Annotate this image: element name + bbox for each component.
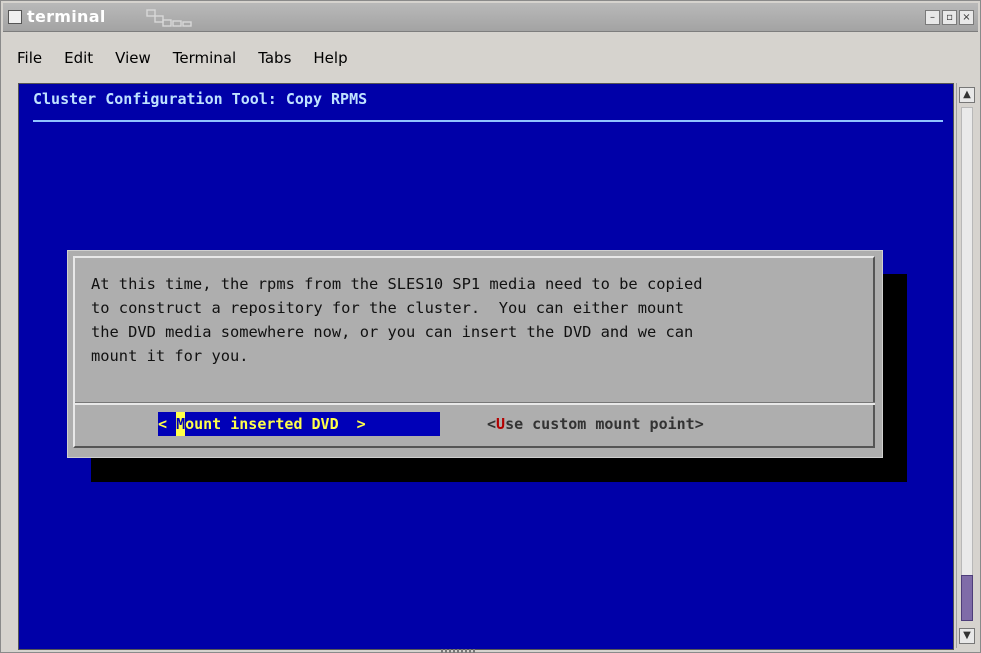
window-menu-icon[interactable]	[8, 10, 22, 24]
button-label: ount inserted DVD >	[185, 415, 366, 433]
maximize-icon[interactable]: ▫	[942, 10, 957, 25]
terminal-screen[interactable]: Cluster Configuration Tool: Copy RPMS At…	[18, 83, 954, 650]
title-bar[interactable]: terminal – ▫ ×	[3, 3, 978, 32]
menu-bar: File Edit View Terminal Tabs Help	[3, 43, 981, 73]
logo-icon	[146, 9, 192, 27]
scroll-up-icon[interactable]: ▲	[959, 87, 975, 103]
use-custom-mount-point-button[interactable]: <Use custom mount point>	[487, 412, 704, 436]
window-controls: – ▫ ×	[925, 10, 974, 25]
menu-terminal[interactable]: Terminal	[173, 49, 236, 67]
screen-title: Cluster Configuration Tool: Copy RPMS	[33, 90, 368, 108]
button-left-bracket: <	[487, 415, 497, 433]
minimize-icon[interactable]: –	[925, 10, 940, 25]
copy-rpms-dialog: At this time, the rpms from the SLES10 S…	[67, 250, 883, 458]
close-icon[interactable]: ×	[959, 10, 974, 25]
resize-grip-icon[interactable]	[441, 649, 477, 653]
button-label: se custom mount point>	[505, 415, 704, 433]
cursor: M	[176, 412, 186, 436]
terminal-window: terminal – ▫ × File Edit View Terminal T…	[0, 0, 981, 653]
scroll-thumb[interactable]	[961, 575, 973, 621]
dialog-separator	[75, 402, 875, 405]
title-divider	[33, 120, 943, 122]
scroll-track[interactable]	[961, 107, 973, 620]
menu-tabs[interactable]: Tabs	[258, 49, 291, 67]
mount-inserted-dvd-button[interactable]: < Mount inserted DVD >	[158, 412, 440, 436]
window-title: terminal	[27, 7, 106, 26]
hotkey-letter: U	[496, 415, 506, 433]
menu-file[interactable]: File	[17, 49, 42, 67]
vertical-scrollbar[interactable]: ▲ ▼	[956, 83, 977, 648]
button-left-bracket: <	[158, 415, 177, 433]
menu-view[interactable]: View	[115, 49, 151, 67]
scroll-down-icon[interactable]: ▼	[959, 628, 975, 644]
menu-help[interactable]: Help	[313, 49, 347, 67]
dialog-message: At this time, the rpms from the SLES10 S…	[91, 275, 703, 365]
menu-edit[interactable]: Edit	[64, 49, 93, 67]
